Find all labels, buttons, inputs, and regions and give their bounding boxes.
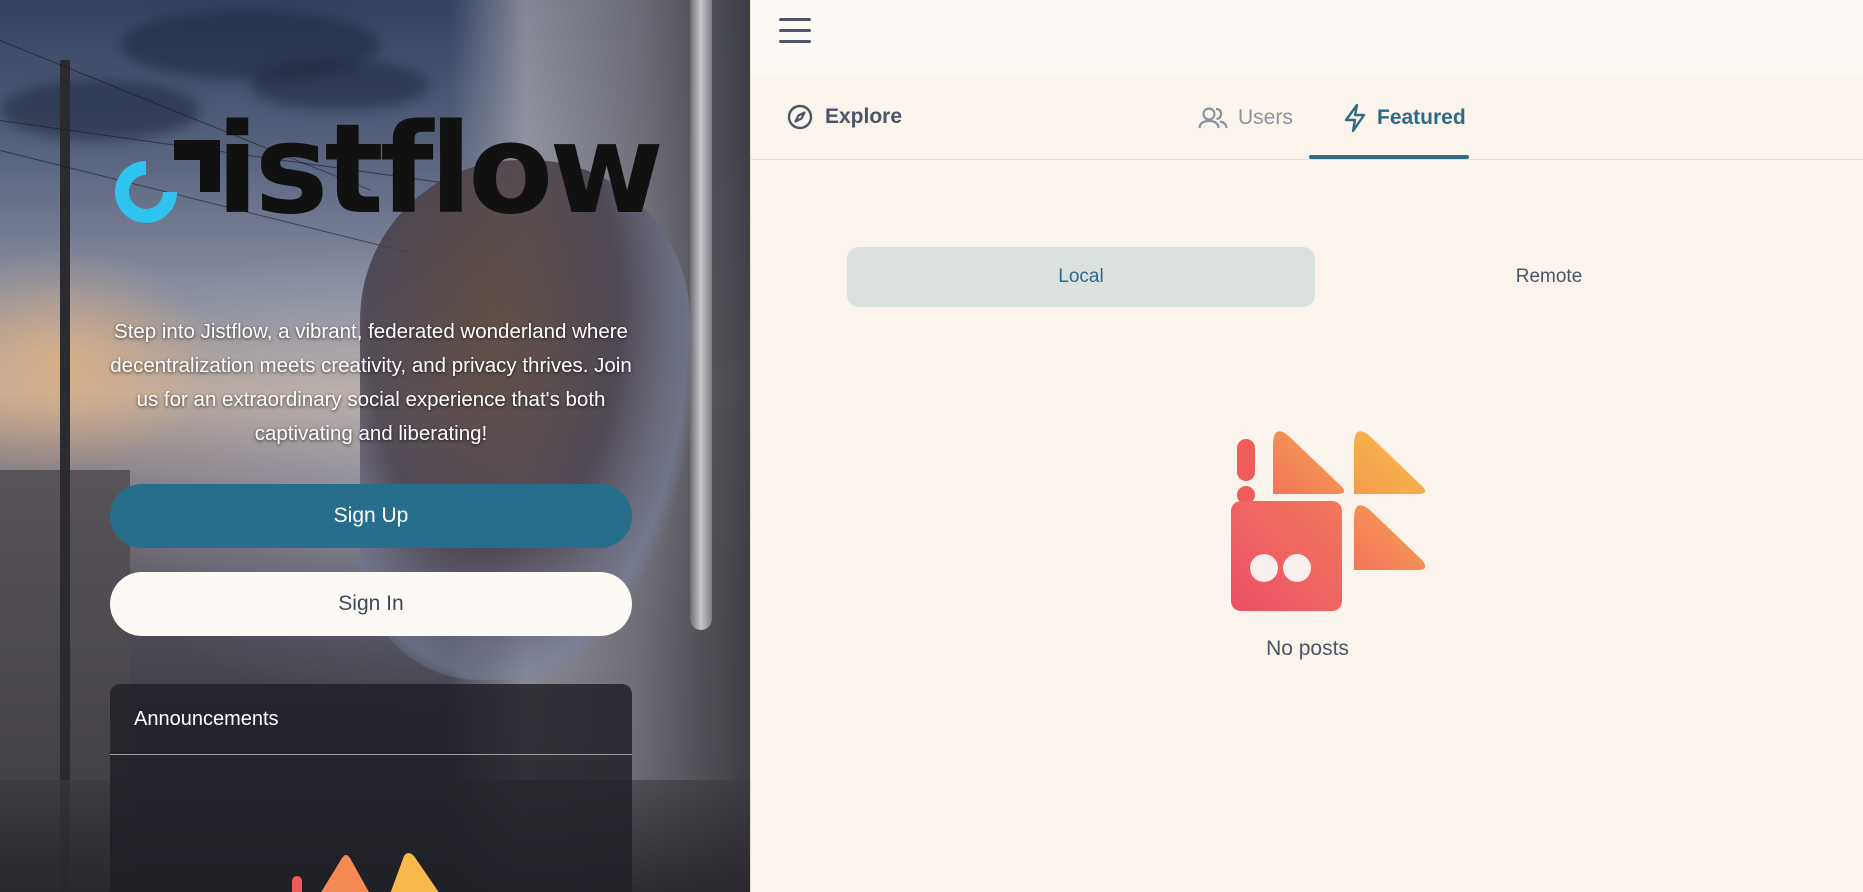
remote-toggle-button[interactable]: Remote bbox=[1315, 247, 1783, 307]
announcements-title: Announcements bbox=[134, 708, 279, 730]
logo-wordmark: istflow bbox=[216, 98, 664, 242]
explore-tab-bar: Explore Users Featured bbox=[751, 77, 1863, 160]
tab-users-label: Users bbox=[1238, 106, 1293, 129]
explore-label: Explore bbox=[825, 105, 903, 128]
users-icon bbox=[1198, 107, 1228, 129]
sign-up-button[interactable]: Sign Up bbox=[110, 484, 632, 548]
logo-j-mark-icon bbox=[174, 140, 220, 192]
empty-state-illustration-icon bbox=[1231, 431, 1426, 611]
logo-text: Jistflow bbox=[174, 108, 664, 232]
background-pipe bbox=[690, 0, 712, 630]
tab-featured-label: Featured bbox=[1377, 106, 1466, 129]
sign-in-button[interactable]: Sign In bbox=[110, 572, 632, 636]
tab-users[interactable]: Users bbox=[1198, 77, 1293, 159]
brand-logo: Jistflow bbox=[110, 108, 664, 238]
background-utility-pole bbox=[60, 60, 70, 892]
hamburger-menu-icon[interactable] bbox=[779, 18, 813, 46]
lightning-bolt-icon bbox=[1344, 103, 1366, 133]
announcements-divider bbox=[110, 754, 632, 755]
announcements-panel: Announcements bbox=[110, 684, 632, 892]
timeline-source-switch: Local Remote bbox=[847, 247, 1783, 307]
hero-panel: Jistflow Step into Jistflow, a vibrant, … bbox=[0, 0, 750, 892]
active-tab-indicator bbox=[1309, 155, 1469, 159]
tab-featured[interactable]: Featured bbox=[1327, 77, 1482, 159]
top-bar bbox=[751, 0, 1863, 77]
local-toggle-button[interactable]: Local bbox=[847, 247, 1315, 307]
empty-state-message: No posts bbox=[1266, 637, 1349, 660]
announcement-illustration-icon bbox=[292, 853, 439, 892]
compass-icon bbox=[787, 104, 813, 130]
hero-tagline: Step into Jistflow, a vibrant, federated… bbox=[110, 320, 632, 445]
explore-heading: Explore bbox=[787, 104, 902, 130]
main-panel: Explore Users Featured Local Remote No p… bbox=[750, 0, 1863, 892]
